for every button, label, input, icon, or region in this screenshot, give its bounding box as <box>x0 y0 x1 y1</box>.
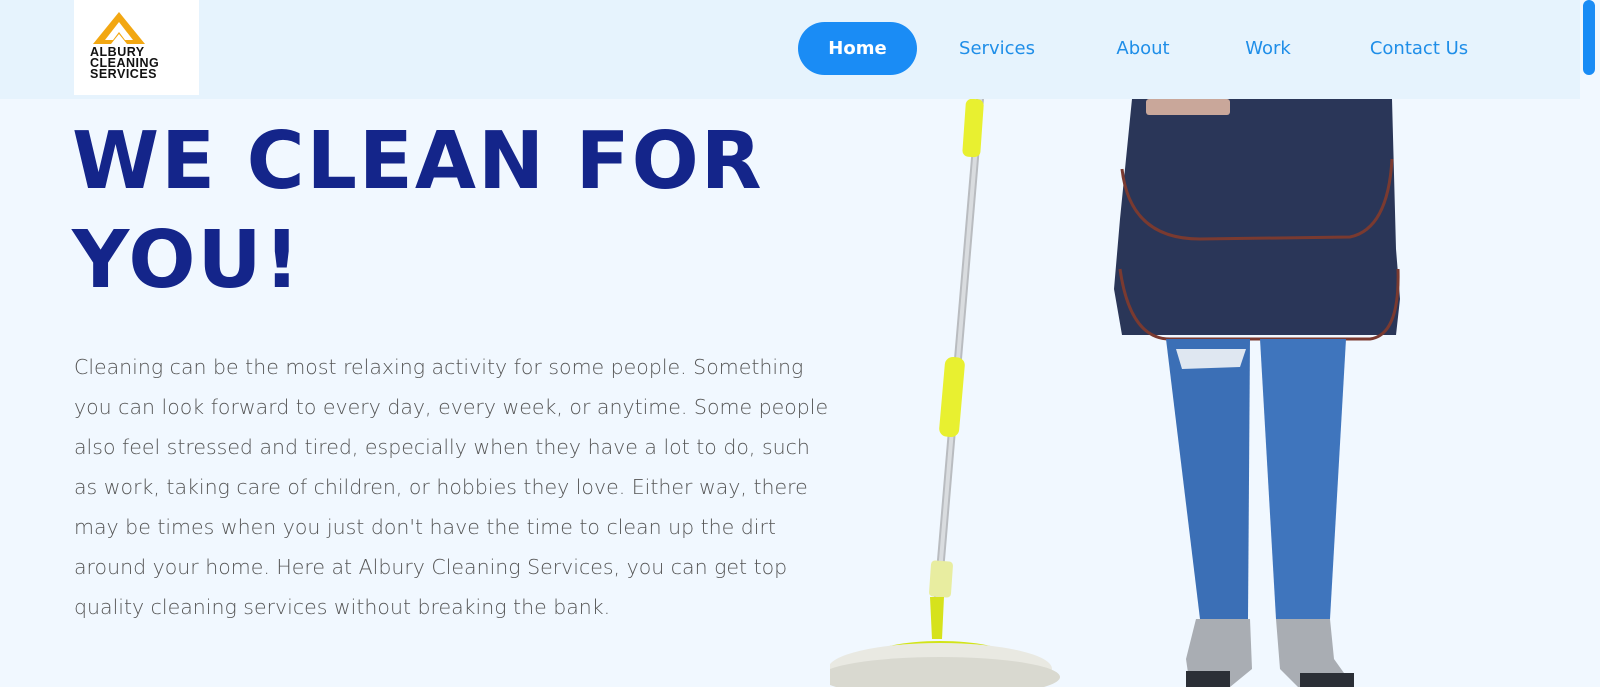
nav-work[interactable]: Work <box>1233 22 1303 75</box>
site-header: ALBURY CLEANING SERVICES Home Services A… <box>0 0 1580 99</box>
hero-image-cleaner-with-mop <box>830 99 1400 687</box>
main-nav: Home Services About Work Contact Us <box>798 22 1479 75</box>
hero-paragraph: Cleaning can be the most relaxing activi… <box>74 355 829 619</box>
logo-text: ALBURY CLEANING SERVICES <box>90 46 190 81</box>
nav-home[interactable]: Home <box>798 22 917 75</box>
scrollbar-thumb[interactable] <box>1583 0 1595 75</box>
mop-icon <box>830 99 1060 687</box>
hero-title: WE CLEAN FOR YOU! <box>72 112 812 310</box>
logo[interactable]: ALBURY CLEANING SERVICES <box>74 0 199 95</box>
nav-contact-us[interactable]: Contact Us <box>1359 22 1479 75</box>
nav-about[interactable]: About <box>1103 22 1183 75</box>
hero-title-line-2: YOU! <box>72 214 302 306</box>
logo-line-3: SERVICES <box>90 67 157 81</box>
nav-services[interactable]: Services <box>947 22 1047 75</box>
hero-title-line-1: WE CLEAN FOR <box>72 115 764 207</box>
cleaner-figure <box>1114 99 1400 687</box>
logo-triangle-icon <box>93 12 145 44</box>
